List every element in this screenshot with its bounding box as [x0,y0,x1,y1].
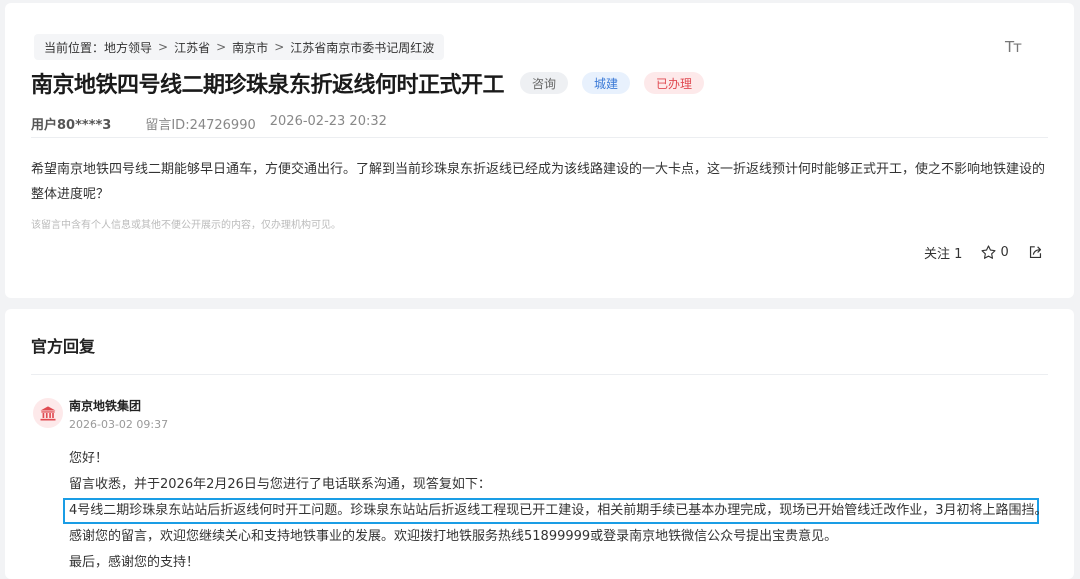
reply-card: 官方回复 南京地铁集团 2026-03-02 09:37 您好！ 留言收悉，并于… [5,309,1074,579]
breadcrumb-item-city[interactable]: 南京市 [232,39,268,56]
tag-domain: 城建 [582,72,631,94]
breadcrumb: 当前位置： 地方领导 > 江苏省 > 南京市 > 江苏省南京市委书记周红波 [34,34,445,60]
breadcrumb-prefix: 当前位置： [44,40,105,55]
follow-count: 1 [954,247,963,262]
reply-time: 2026-03-02 09:37 [69,418,169,431]
follow-label: 关注 [924,247,951,262]
government-building-icon [40,406,56,421]
user-name: 用户80****3 [31,118,112,133]
reply-line: 最后，感谢您的支持！ [69,555,200,570]
title-row: 南京地铁四号线二期珍珠泉东折返线何时正式开工 咨询 城建 已办理 [31,67,705,99]
org-name: 南京地铁集团 [69,399,142,413]
reply-line: 您好！ [69,451,109,466]
follow-button[interactable]: 关注 1 [924,243,962,262]
breadcrumb-separator: > [158,40,169,54]
breadcrumb-item-province[interactable]: 江苏省 [174,39,210,56]
reply-section-title: 官方回复 [31,337,96,356]
message-meta: 用户80****3 留言ID:24726990 2026-02-23 20:32 [31,114,387,133]
share-icon [1029,246,1041,259]
breadcrumb-item-region[interactable]: 地方领导 [104,39,152,56]
divider [31,374,1048,375]
reply-body: 您好！ 留言收悉，并于2026年2月26日与您进行了电话联系沟通，现答复如下： … [63,446,1048,576]
page-title: 南京地铁四号线二期珍珠泉东折返线何时正式开工 [31,73,505,98]
message-content: 希望南京地铁四号线二期能够早日通车，方便交通出行。了解到当前珍珠泉东折返线已经成… [31,162,1046,202]
breadcrumb-separator: > [274,40,285,54]
reply-line: 留言收悉，并于2026年2月26日与您进行了电话联系沟通，现答复如下： [69,477,491,492]
status-badge: 已办理 [644,72,705,94]
star-button[interactable]: 0 [980,244,1009,261]
breadcrumb-item-leader[interactable]: 江苏省南京市委书记周红波 [290,39,434,56]
star-count: 0 [1000,245,1009,260]
breadcrumb-separator: > [216,40,227,54]
message-datetime: 2026-02-23 20:32 [269,114,387,129]
message-actions: 关注 1 0 [924,243,1044,262]
privacy-note: 该留言中含有个人信息或其他不便公开展示的内容，仅办理机构可见。 [31,220,341,231]
star-icon [981,245,996,259]
message-card: 当前位置： 地方领导 > 江苏省 > 南京市 > 江苏省南京市委书记周红波 Tт… [5,3,1074,298]
message-id: 留言ID:24726990 [145,118,256,133]
avatar [33,398,63,428]
share-button[interactable] [1027,244,1044,261]
reply-line: 感谢您的留言，欢迎您继续关心和支持地铁事业的发展。欢迎拨打地铁服务热线51899… [69,529,838,544]
tag-category: 咨询 [520,72,569,94]
font-size-icon[interactable]: Tт [1005,37,1025,57]
divider [31,137,1048,138]
reply-line-highlighted: 4号线二期珍珠泉东站站后折返线何时开工问题。珍珠泉东站站后折返线工程现已开工建设… [63,498,1048,524]
